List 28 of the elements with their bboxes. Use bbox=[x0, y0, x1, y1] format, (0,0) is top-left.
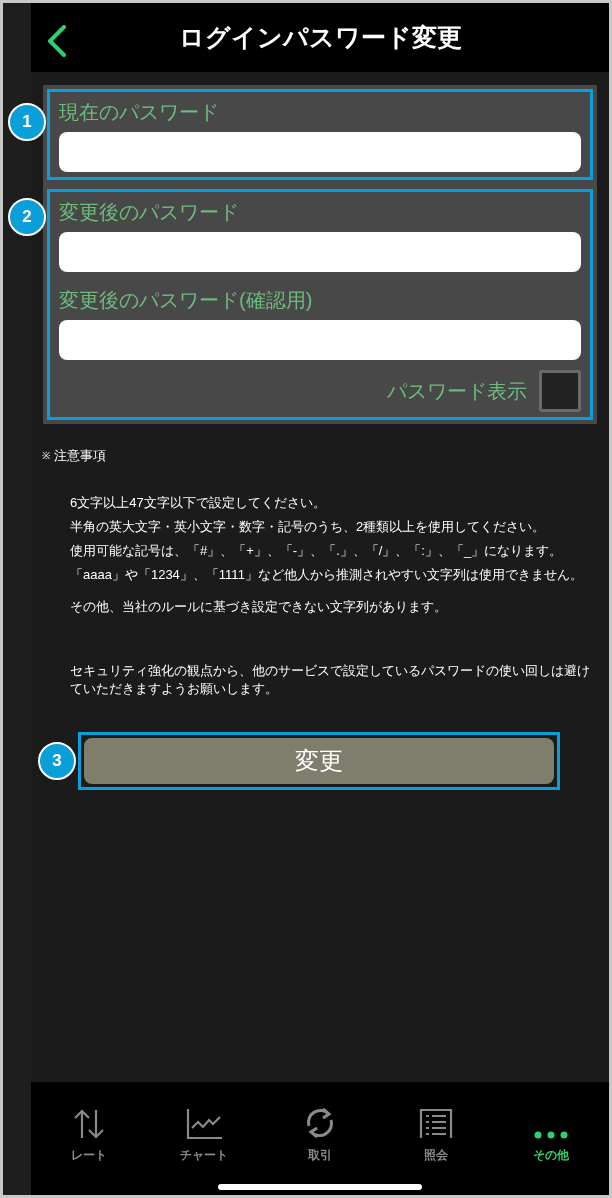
note-text: その他、当社のルールに基づき設定できない文字列があります。 bbox=[70, 597, 448, 616]
show-password-label: パスワード表示 bbox=[387, 379, 527, 404]
back-chevron-icon bbox=[47, 25, 67, 57]
screen-title: ログインパスワード変更 bbox=[178, 21, 462, 53]
tab-item[interactable]: 取引 bbox=[262, 1104, 378, 1164]
field-label: 現在のパスワード bbox=[59, 100, 220, 125]
field-label: 変更後のパスワード(確認用) bbox=[59, 288, 314, 313]
show-password-checkbox[interactable] bbox=[539, 370, 581, 412]
note-text: セキュリティ強化の観点から、他のサービスで設定しているパスワードの使い回しは避けていただきますようお願いします。 bbox=[70, 661, 591, 698]
password-field[interactable] bbox=[59, 320, 581, 360]
list-icon bbox=[418, 1108, 453, 1140]
note-text: 使用可能な記号は、「#」、「+」、「-」、「.」、「/」、「:」、「_」になります。 bbox=[70, 541, 564, 560]
password-field[interactable] bbox=[59, 232, 581, 272]
step-badge: 3 bbox=[38, 741, 76, 780]
password-field[interactable] bbox=[59, 132, 581, 172]
note-text: 6文字以上47文字以下で設定してください。 bbox=[70, 493, 327, 512]
tab-item[interactable]: チャート bbox=[146, 1104, 263, 1164]
field-label: 変更後のパスワード bbox=[59, 200, 240, 225]
more-dots-icon bbox=[534, 1130, 569, 1140]
notes-heading: 注意事項 bbox=[54, 447, 106, 465]
change-button[interactable]: 変更 bbox=[84, 737, 554, 784]
note-mark: ※ bbox=[42, 449, 50, 464]
tab-item[interactable]: レート bbox=[31, 1104, 147, 1164]
tab-item[interactable]: その他 bbox=[493, 1104, 609, 1164]
tab-item[interactable]: 照会 bbox=[377, 1104, 494, 1164]
note-text: 「aaaa」や「1234」、「1111」など他人から推測されやすい文字列は使用できません。 bbox=[70, 565, 584, 584]
note-text: 半角の英大文字・英小文字・数字・記号のうち、2種類以上を使用してください。 bbox=[70, 517, 547, 536]
line-chart-icon bbox=[186, 1108, 223, 1140]
